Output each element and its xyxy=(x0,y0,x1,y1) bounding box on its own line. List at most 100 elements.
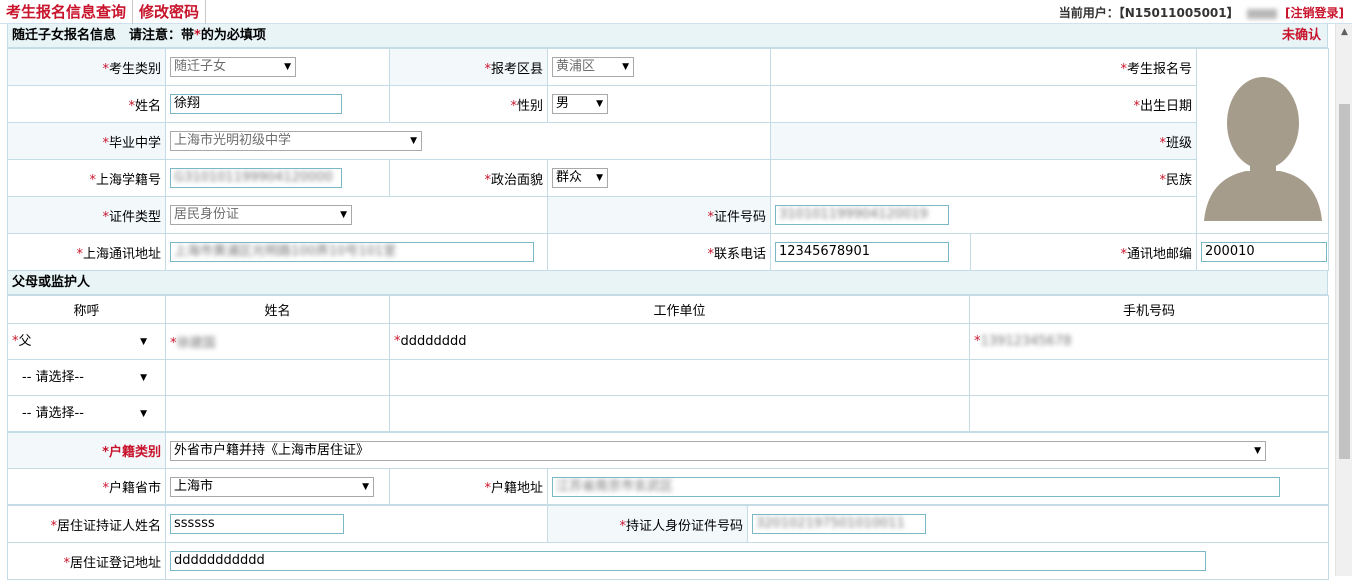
school-select[interactable]: 上海市光明初级中学 xyxy=(170,131,422,151)
label-district: *报考区县 xyxy=(389,48,548,86)
label-postcode: *通讯地邮编 xyxy=(969,233,1198,271)
holder-id-input[interactable]: 320102197501010011 xyxy=(752,514,926,534)
guardian-table: 称呼 姓名 工作单位 手机号码 *父 *徐建国 *dddddddd *13912… xyxy=(7,295,1329,432)
district-select[interactable]: 黄浦区 xyxy=(552,57,634,77)
address-input[interactable]: 上海市黄浦区光明路100弄10号101室 xyxy=(170,242,534,262)
section-header-guardian: 父母或监护人 xyxy=(7,271,1328,295)
guardian-header-mobile: 手机号码 xyxy=(969,295,1329,324)
confirm-status-badge: 未确认 xyxy=(1281,28,1321,43)
top-nav: 考生报名信息查询 修改密码 xyxy=(0,0,207,24)
label-student-no: *上海学籍号 xyxy=(7,159,166,197)
id-no-input[interactable]: 310101199904120019 xyxy=(775,205,949,225)
guardian-work-value[interactable]: dddddddd xyxy=(401,334,467,349)
current-user-bracket: 】 xyxy=(1226,6,1239,20)
label-household-type: *户籍类别 xyxy=(7,432,166,469)
holder-name-input[interactable]: ssssss xyxy=(170,514,344,534)
label-address: *上海通讯地址 xyxy=(7,233,166,271)
guardian-name-cell: *徐建国 xyxy=(165,323,390,360)
registration-form-table: *考生类别 随迁子女 *报考区县 黄浦区 *考生报名号 *姓名 徐翔 xyxy=(7,48,1330,271)
guardian-header-work: 工作单位 xyxy=(389,295,970,324)
reg-address-input[interactable]: ddddddddddd xyxy=(170,551,1206,571)
label-category: *考生类别 xyxy=(7,48,166,86)
current-user-label: 当前用户：【 xyxy=(1058,6,1125,20)
logout-link[interactable]: [注销登录] xyxy=(1285,6,1344,20)
household-table: *户籍类别 外省市户籍并持《上海市居住证》 *户籍省市 上海市 *户籍地址 江苏… xyxy=(7,432,1330,505)
guardian-header-name: 姓名 xyxy=(165,295,390,324)
gender-select[interactable]: 男 xyxy=(552,94,608,114)
section-title-star: * xyxy=(194,28,201,43)
cell-gender: 男 xyxy=(547,85,771,123)
label-politics: *政治面貌 xyxy=(389,159,548,197)
guardian-relation-select[interactable]: -- 请选择-- xyxy=(12,404,161,424)
guardian-name-cell[interactable] xyxy=(165,359,390,396)
guardian-work-cell[interactable] xyxy=(389,395,970,432)
guardian-mobile-cell[interactable] xyxy=(969,395,1329,432)
household-province-select[interactable]: 上海市 xyxy=(170,476,374,497)
guardian-row: *父 *徐建国 *dddddddd *13912345678 xyxy=(7,323,1329,360)
id-no-value-blurred: 310101199904120019 xyxy=(779,207,928,222)
label-id-no: *证件号码 xyxy=(547,196,771,234)
guardian-header-relation: 称呼 xyxy=(7,295,166,324)
holder-id-value-blurred: 320102197501010011 xyxy=(756,516,905,531)
guardian-row: -- 请选择-- xyxy=(7,395,1329,432)
current-user-id: N15011005001 xyxy=(1124,6,1227,20)
cell-name: 徐翔 xyxy=(165,85,390,123)
cell-id-no: 310101199904120019 xyxy=(769,196,1198,234)
guardian-relation-cell: -- 请选择-- xyxy=(7,395,166,432)
guardian-mobile-cell[interactable] xyxy=(969,359,1329,396)
cell-household-province: 上海市 xyxy=(165,468,390,505)
student-no-input[interactable]: G310101199904120000 xyxy=(170,168,342,188)
photo-cell xyxy=(1196,48,1330,234)
politics-select[interactable]: 群众 xyxy=(552,168,608,188)
guardian-name-value-blurred[interactable]: 徐建国 xyxy=(177,332,216,351)
household-type-select[interactable]: 外省市户籍并持《上海市居住证》 xyxy=(170,440,1266,461)
guardian-work-cell[interactable] xyxy=(389,359,970,396)
label-ethnic: *民族 xyxy=(769,159,1198,197)
avatar-silhouette-icon xyxy=(1199,61,1326,221)
label-reg-no: *考生报名号 xyxy=(769,48,1198,86)
label-birth: *出生日期 xyxy=(769,85,1198,123)
top-bar: 考生报名信息查询 修改密码 当前用户：【N15011005001】 [注销登录] xyxy=(0,0,1352,24)
current-user-name-blurred xyxy=(1246,8,1277,19)
cell-district: 黄浦区 xyxy=(547,48,771,86)
name-input[interactable]: 徐翔 xyxy=(170,94,342,114)
cell-id-type: 居民身份证 xyxy=(165,196,548,234)
guardian-mobile-cell: *13912345678 xyxy=(969,323,1329,360)
cell-phone: 12345678901 xyxy=(770,233,971,271)
cell-address: 上海市黄浦区光明路100弄10号101室 xyxy=(165,233,548,271)
label-id-type: *证件类型 xyxy=(7,196,166,234)
label-reg-address: *居住证登记地址 xyxy=(7,542,166,580)
guardian-relation-cell: *父 xyxy=(7,323,166,360)
cell-politics: 群众 xyxy=(547,159,771,197)
guardian-mobile-value-blurred[interactable]: 13912345678 xyxy=(981,334,1072,349)
scroll-thumb[interactable] xyxy=(1339,104,1350,459)
guardian-section-title: 父母或监护人 xyxy=(12,275,91,290)
guardian-relation-cell: -- 请选择-- xyxy=(7,359,166,396)
label-household-address: *户籍地址 xyxy=(389,468,548,505)
cell-postcode: 200010 xyxy=(1196,233,1330,271)
section-title-suffix: 的为必填项 xyxy=(200,28,266,43)
nav-change-password[interactable]: 修改密码 xyxy=(133,0,207,24)
guardian-relation-select[interactable]: *父 xyxy=(12,332,161,352)
section-header-registration: 随迁子女报名信息 请注意：带*的为必填项 未确认 xyxy=(7,24,1328,48)
guardian-name-cell[interactable] xyxy=(165,395,390,432)
label-phone: *联系电话 xyxy=(547,233,771,271)
cell-school: 上海市光明初级中学 xyxy=(165,122,771,160)
label-holder-id: *持证人身份证件号码 xyxy=(547,505,748,543)
id-type-select[interactable]: 居民身份证 xyxy=(170,205,352,225)
postcode-input[interactable]: 200010 xyxy=(1201,242,1328,262)
student-no-value-blurred: G310101199904120000 xyxy=(174,170,333,185)
cell-category: 随迁子女 xyxy=(165,48,390,86)
phone-input[interactable]: 12345678901 xyxy=(775,242,949,262)
page-scrollbar[interactable]: ▲ xyxy=(1335,24,1352,576)
category-select[interactable]: 随迁子女 xyxy=(170,57,296,77)
guardian-relation-select[interactable]: -- 请选择-- xyxy=(12,368,161,388)
residence-permit-table: *居住证持证人姓名 ssssss *持证人身份证件号码 320102197501… xyxy=(7,505,1329,580)
nav-query-registration[interactable]: 考生报名信息查询 xyxy=(0,0,134,24)
address-value-blurred: 上海市黄浦区光明路100弄10号101室 xyxy=(174,244,397,259)
label-school: *毕业中学 xyxy=(7,122,166,160)
household-address-input[interactable]: 江苏省南京市玄武区 xyxy=(552,476,1280,497)
label-class: *班级 xyxy=(769,122,1198,160)
scroll-up-arrow-icon[interactable]: ▲ xyxy=(1336,24,1352,41)
cell-reg-address: ddddddddddd xyxy=(165,542,1329,580)
